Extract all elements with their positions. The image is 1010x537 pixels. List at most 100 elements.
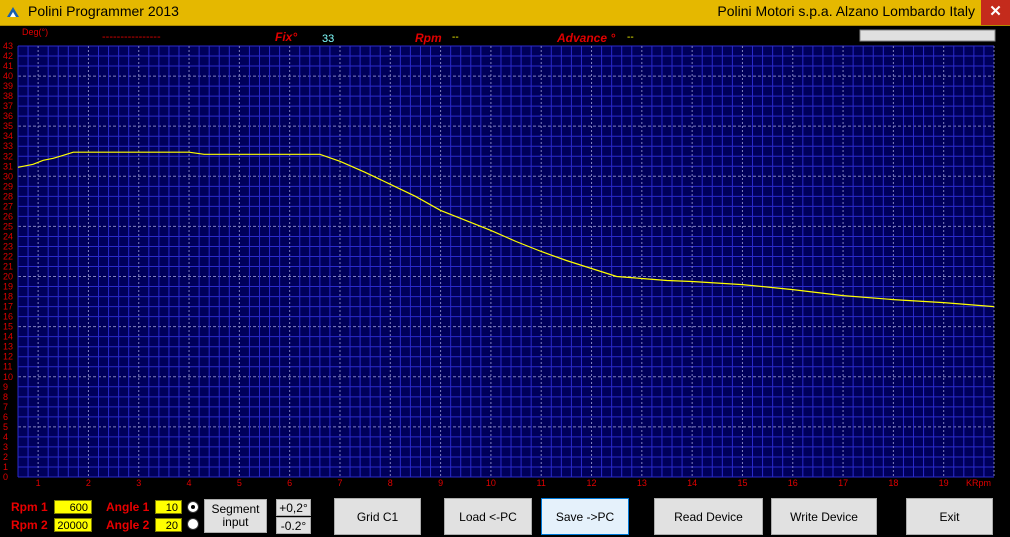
y-tick-label: 10 [3,372,13,382]
title-bar: Polini Programmer 2013 Polini Motori s.p… [0,0,1010,26]
fix-label: Fix° [275,30,297,44]
control-panel: Rpm 1 Rpm 2 600 20000 Angle 1 Angle 2 10… [0,491,1010,537]
rpm1-label: Rpm 1 [11,500,48,514]
y-tick-label: 21 [3,262,13,272]
y-tick-label: 43 [3,41,13,51]
window-title: Polini Programmer 2013 [28,3,179,19]
y-tick-label: 1 [3,462,8,472]
y-tick-label: 9 [3,382,8,392]
x-tick-label: 1 [36,478,41,488]
write-device-button[interactable]: Write Device [771,498,877,535]
rpm-label: Rpm [415,31,442,45]
x-tick-label: 17 [838,478,848,488]
y-tick-label: 8 [3,392,8,402]
y-tick-label: 16 [3,312,13,322]
angle1-radio[interactable] [187,501,199,513]
segment-input-label: Segment input [211,502,260,529]
angle2-radio[interactable] [187,518,199,530]
y-tick-label: 39 [3,81,13,91]
x-axis-label: KRpm [966,478,991,488]
x-tick-label: 6 [287,478,292,488]
progress-bar [859,29,996,42]
fix-value: 33 [322,33,334,45]
x-tick-label: 9 [438,478,443,488]
y-tick-label: 42 [3,51,13,61]
y-tick-label: 32 [3,151,13,161]
status-dashes: ---------------- [102,31,161,43]
y-tick-label: 28 [3,191,13,201]
y-tick-label: 14 [3,332,13,342]
y-tick-label: 37 [3,101,13,111]
exit-button[interactable]: Exit [906,498,993,535]
segment-input-button[interactable]: Segment input [204,499,267,533]
plus-02-button[interactable]: +0,2° [276,499,311,516]
read-device-button[interactable]: Read Device [654,498,763,535]
x-tick-label: 11 [537,478,546,488]
company-name: Polini Motori s.p.a. Alzano Lombardo Ita… [717,3,975,19]
y-tick-label: 19 [3,282,13,292]
polini-app-icon [7,7,19,17]
y-tick-label: 36 [3,111,13,121]
y-tick-label: 13 [3,342,13,352]
y-tick-label: 40 [3,71,13,81]
x-tick-label: 5 [237,478,242,488]
y-tick-label: 5 [3,422,8,432]
y-tick-label: 2 [3,452,8,462]
y-tick-label: 30 [3,171,13,181]
y-tick-label: 12 [3,352,13,362]
advance-curve-chart[interactable]: Deg(°) ---------------- Fix° 33 Rpm -- A… [0,26,1010,491]
x-tick-label: 13 [637,478,647,488]
y-tick-label: 38 [3,91,13,101]
y-tick-label: 20 [3,272,13,282]
y-tick-label: 33 [3,141,13,151]
y-tick-label: 34 [3,131,13,141]
angle1-input[interactable]: 10 [155,500,182,514]
y-tick-label: 27 [3,201,13,211]
x-tick-label: 14 [687,478,697,488]
x-tick-label: 8 [388,478,393,488]
y-tick-label: 29 [3,181,13,191]
rpm-value: -- [452,32,459,43]
y-tick-label: 18 [3,292,13,302]
angle2-input[interactable]: 20 [155,518,182,532]
x-tick-label: 7 [337,478,342,488]
grid-c1-button[interactable]: Grid C1 [334,498,421,535]
close-button[interactable]: ✕ [981,0,1010,25]
plot-area [18,46,994,477]
x-tick-label: 16 [788,478,798,488]
y-tick-label: 15 [3,322,13,332]
rpm2-label: Rpm 2 [11,518,48,532]
y-tick-label: 31 [3,161,13,171]
x-tick-label: 4 [187,478,192,488]
y-tick-label: 26 [3,211,13,221]
y-tick-label: 6 [3,412,8,422]
x-tick-label: 12 [587,478,597,488]
x-tick-label: 18 [888,478,898,488]
y-tick-label: 22 [3,251,13,261]
y-tick-label: 11 [3,362,12,372]
y-tick-label: 25 [3,221,13,231]
save-to-pc-button[interactable]: Save ->PC [541,498,629,535]
x-tick-label: 10 [486,478,496,488]
rpm1-input[interactable]: 600 [54,500,92,514]
y-tick-label: 4 [3,432,8,442]
minus-02-button[interactable]: -0.2° [276,517,311,534]
y-tick-label: 17 [3,302,13,312]
y-tick-label: 23 [3,241,13,251]
close-icon: ✕ [989,3,1002,20]
rpm2-input[interactable]: 20000 [54,518,92,532]
y-axis-label: Deg(°) [22,27,48,37]
advance-label: Advance ° [556,31,615,45]
load-from-pc-button[interactable]: Load <-PC [444,498,532,535]
y-tick-label: 41 [3,61,13,71]
x-tick-label: 19 [939,478,949,488]
angle1-label: Angle 1 [106,500,150,514]
y-tick-label: 7 [3,402,8,412]
y-tick-label: 0 [3,472,8,482]
x-tick-label: 2 [86,478,91,488]
y-tick-label: 35 [3,121,13,131]
advance-value: -- [627,32,634,43]
x-tick-label: 3 [136,478,141,488]
y-tick-label: 24 [3,231,13,241]
angle2-label: Angle 2 [106,518,150,532]
